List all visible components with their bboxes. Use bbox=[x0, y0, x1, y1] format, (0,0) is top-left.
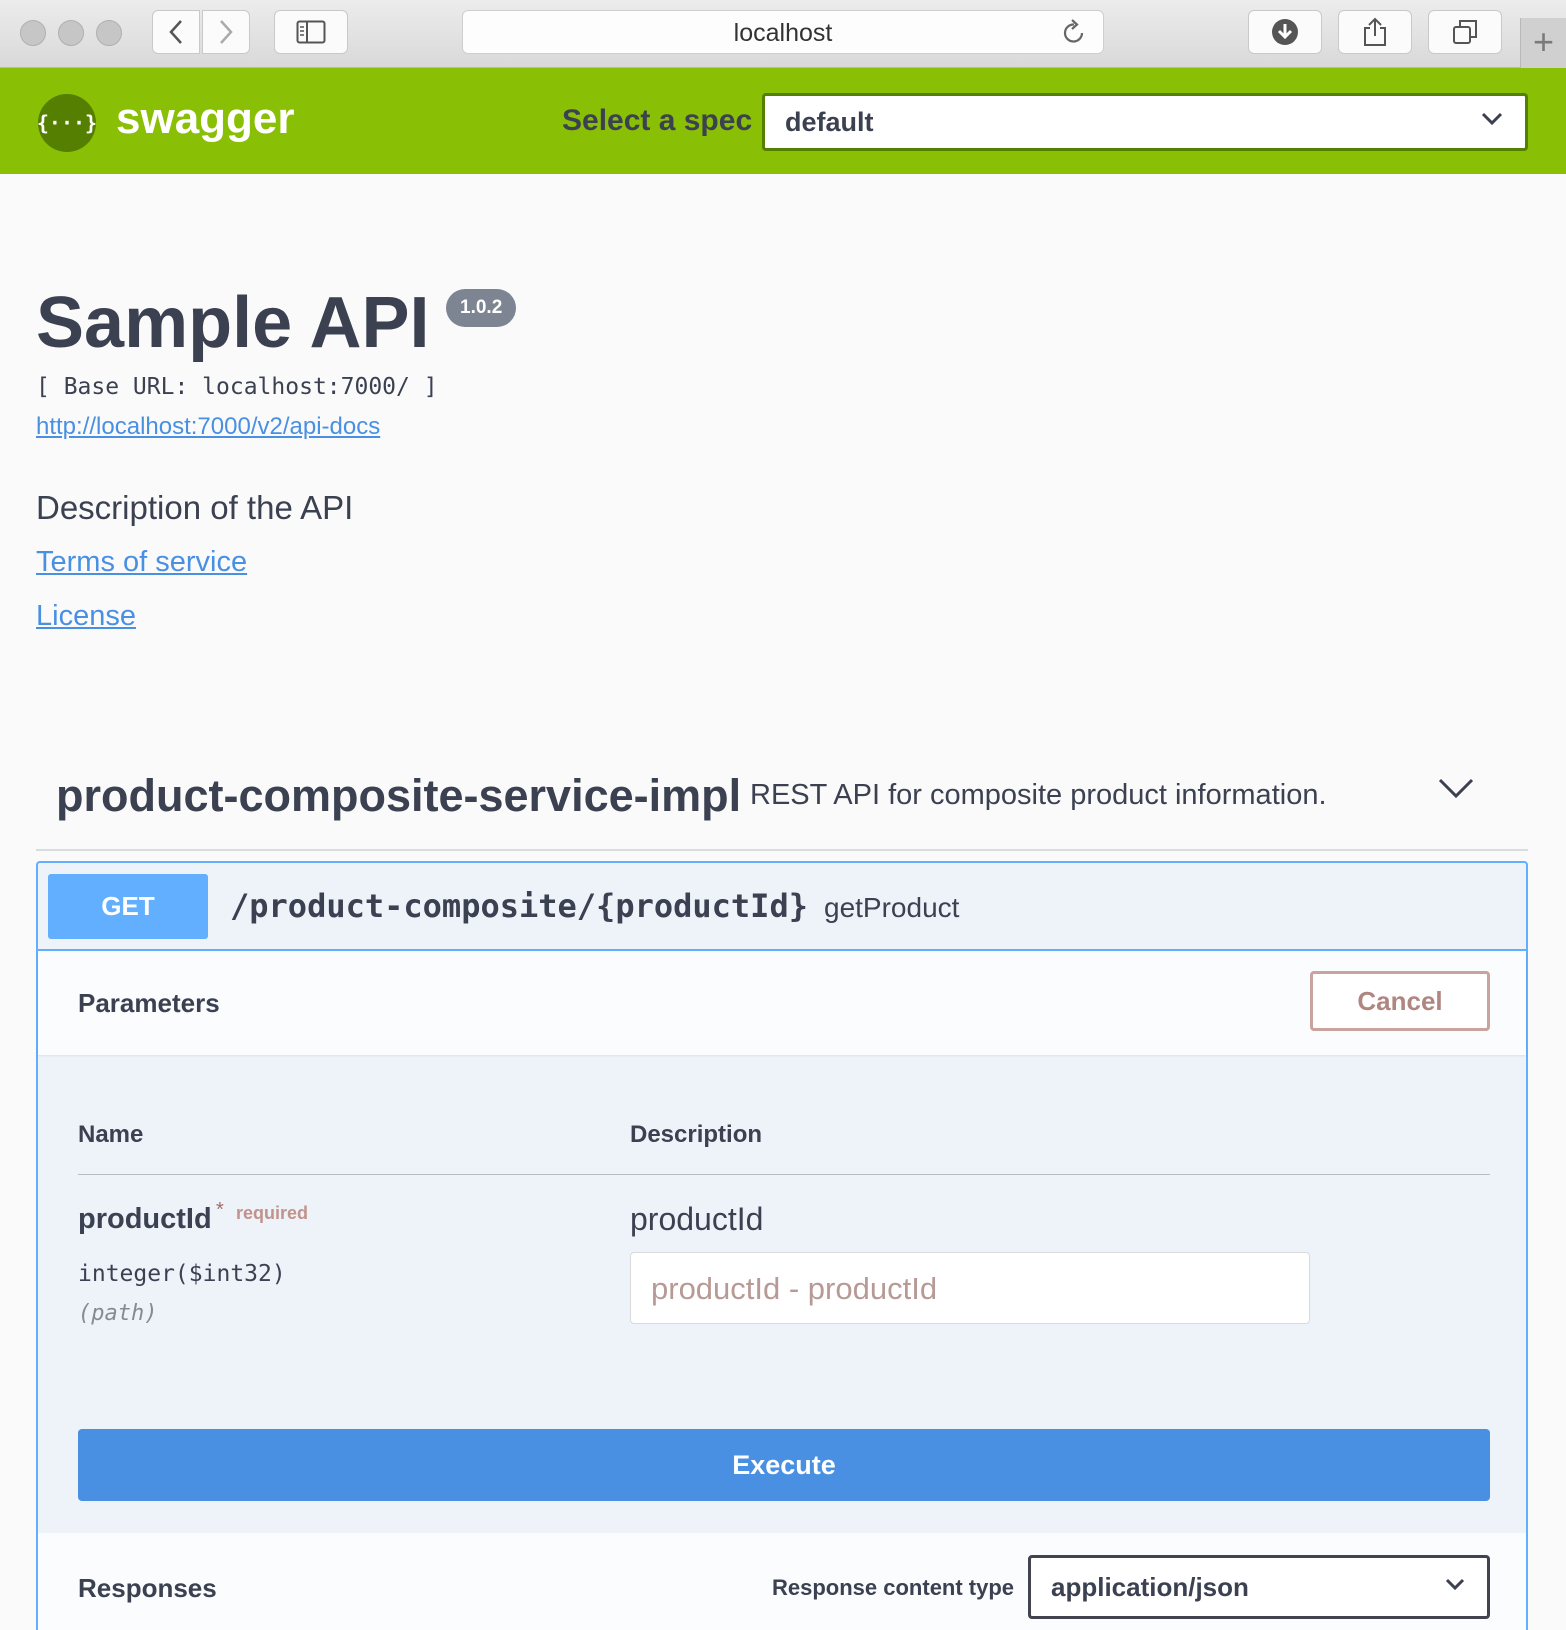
reload-icon[interactable] bbox=[1061, 19, 1087, 47]
chevron-down-icon[interactable] bbox=[1438, 778, 1474, 800]
tag-divider bbox=[36, 849, 1528, 851]
tabs-overview-button[interactable] bbox=[1428, 10, 1502, 54]
operation-block: GET /product-composite/{productId} getPr… bbox=[36, 861, 1528, 1630]
operation-summary[interactable]: GET /product-composite/{productId} getPr… bbox=[38, 863, 1526, 951]
productid-input[interactable]: productId - productId bbox=[630, 1252, 1310, 1324]
tag-title[interactable]: product-composite-service-impl bbox=[56, 770, 741, 822]
parameter-location: (path) bbox=[78, 1301, 158, 1326]
operation-id: getProduct bbox=[824, 892, 960, 923]
responses-title: Responses bbox=[78, 1573, 217, 1603]
api-docs-link[interactable]: http://localhost:7000/v2/api-docs bbox=[36, 413, 380, 441]
productid-input-placeholder: productId - productId bbox=[651, 1271, 938, 1306]
chevron-right-icon bbox=[220, 20, 233, 44]
base-url: [ Base URL: localhost:7000/ ] bbox=[36, 374, 438, 400]
table-divider bbox=[78, 1174, 1490, 1175]
spec-select[interactable]: default bbox=[762, 93, 1528, 151]
swagger-logo-icon: {···} bbox=[37, 94, 97, 152]
sidebar-icon bbox=[296, 20, 326, 44]
parameter-type: integer($int32) bbox=[78, 1261, 286, 1287]
column-header-description: Description bbox=[630, 1121, 763, 1148]
column-header-name: Name bbox=[78, 1121, 144, 1148]
spec-select-value: default bbox=[785, 107, 874, 137]
back-button[interactable] bbox=[152, 10, 200, 54]
share-button[interactable] bbox=[1338, 10, 1412, 54]
browser-toolbar: localhost + bbox=[0, 0, 1566, 68]
address-text: localhost bbox=[733, 19, 833, 47]
minimize-window-button[interactable] bbox=[58, 20, 84, 46]
zoom-window-button[interactable] bbox=[96, 20, 122, 46]
tag-description: REST API for composite product informati… bbox=[750, 779, 1327, 811]
license-link[interactable]: License bbox=[36, 600, 136, 633]
required-star: * bbox=[216, 1199, 224, 1221]
chevron-down-icon bbox=[1481, 112, 1503, 126]
responses-header: Responses Response content type applicat… bbox=[38, 1533, 1526, 1630]
chevron-left-icon bbox=[169, 20, 182, 44]
operation-path: /product-composite/{productId} bbox=[230, 887, 808, 925]
required-label: required bbox=[236, 1203, 309, 1223]
address-bar[interactable]: localhost bbox=[462, 10, 1104, 54]
response-content-type-value: application/json bbox=[1051, 1572, 1249, 1602]
new-tab-button[interactable]: + bbox=[1520, 18, 1566, 68]
sidebar-toggle-button[interactable] bbox=[274, 10, 348, 54]
cancel-button[interactable]: Cancel bbox=[1310, 971, 1490, 1031]
swagger-topbar: {···} swagger Select a spec default bbox=[0, 68, 1566, 174]
parameter-description: productId bbox=[630, 1201, 764, 1237]
api-title: Sample API bbox=[36, 283, 430, 363]
forward-button[interactable] bbox=[202, 10, 250, 54]
response-content-type-select[interactable]: application/json bbox=[1028, 1555, 1490, 1619]
execute-button[interactable]: Execute bbox=[78, 1429, 1490, 1501]
parameters-title: Parameters bbox=[78, 988, 220, 1018]
method-badge: GET bbox=[48, 874, 208, 939]
parameters-header: Parameters Cancel bbox=[38, 951, 1526, 1055]
download-icon bbox=[1272, 19, 1298, 45]
terms-of-service-link[interactable]: Terms of service bbox=[36, 546, 247, 579]
chevron-down-icon bbox=[1445, 1578, 1465, 1591]
response-content-type-label: Response content type bbox=[772, 1575, 1015, 1600]
share-icon bbox=[1364, 17, 1386, 46]
version-badge: 1.0.2 bbox=[446, 289, 517, 327]
api-description: Description of the API bbox=[36, 489, 354, 526]
tabs-icon bbox=[1453, 20, 1477, 44]
downloads-button[interactable] bbox=[1248, 10, 1322, 54]
select-spec-label: Select a spec bbox=[562, 104, 753, 137]
swagger-logo-text[interactable]: swagger bbox=[116, 94, 295, 144]
parameter-name: productId bbox=[78, 1203, 212, 1235]
close-window-button[interactable] bbox=[20, 20, 46, 46]
